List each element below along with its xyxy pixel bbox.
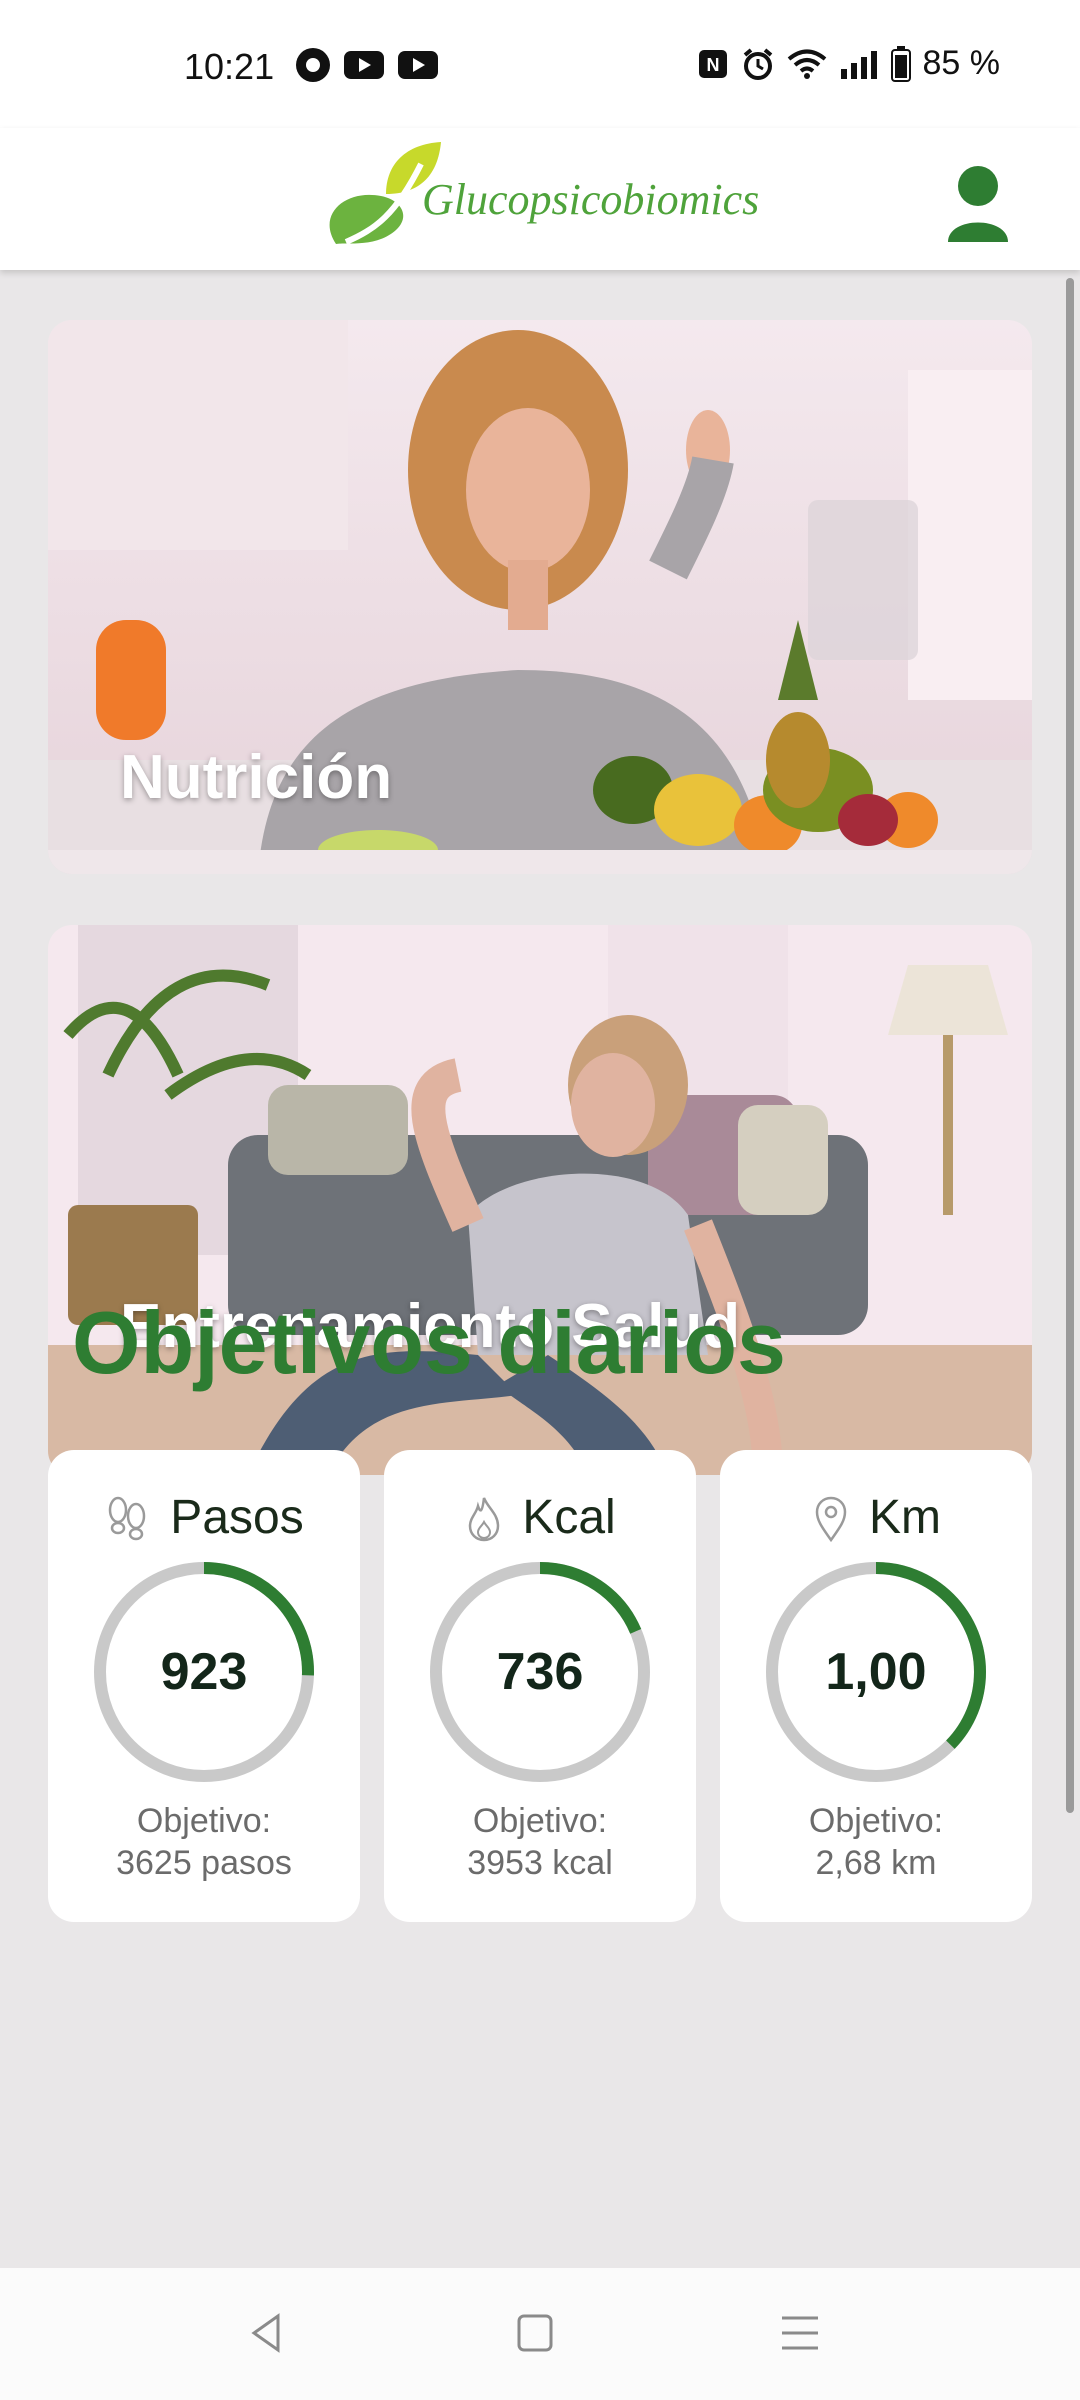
logo-text: Glucopsicobiomics [422,174,760,224]
youtube-icon [398,51,438,79]
km-goal-card[interactable]: Km 1,00 Objetivo: 2,68 km [720,1450,1032,1922]
main-content: Nutrición Entrenamiento Salud Objetivos [0,270,1080,2268]
app-header: Glucopsicobiomics [0,128,1080,270]
nav-menu-button[interactable] [770,2308,830,2358]
km-value: 1,00 [825,1643,927,1701]
nutrition-card[interactable]: Nutrición [48,320,1032,874]
profile-button[interactable] [928,150,1028,250]
steps-value: 923 [160,1643,248,1701]
nutrition-label: Nutrición [120,743,393,812]
system-nav-bar [0,2268,1080,2400]
status-time: 10:21 [184,46,275,87]
flame-icon [469,1493,500,1541]
kcal-goal-caption: Objetivo: [472,1802,608,1840]
home-icon [517,2314,553,2352]
battery-percent: 85 % [922,44,1001,82]
card-header: Pasos [48,1490,360,1545]
wifi-icon [787,49,826,79]
card-header: Km [720,1490,1032,1545]
nfc-icon: N [698,49,727,78]
back-icon [251,2313,280,2353]
nav-home-button[interactable] [505,2308,565,2358]
card-header: Kcal [384,1490,696,1545]
km-goal-caption: Objetivo: [808,1802,944,1840]
km-label: Km [869,1491,941,1544]
system-icons: N 85 % [697,44,1001,83]
daily-goals-title: Objetivos diarios [72,1293,786,1392]
km-goal-target: 2,68 km [815,1844,937,1882]
notification-icons [296,48,438,82]
steps-label: Pasos [170,1491,304,1544]
alarm-icon [743,47,772,80]
user-icon [948,166,1008,242]
steps-goal-target: 3625 pasos [116,1844,292,1882]
status-bar: 10:21 N 85 % [0,0,1080,128]
steps-goal-card[interactable]: Pasos 923 Objetivo: 3625 pasos [48,1450,360,1922]
youtube-icon [344,51,384,79]
signal-icon [840,50,877,79]
record-icon [296,48,330,82]
battery-icon [890,45,911,82]
scrollbar[interactable] [1066,278,1074,1813]
kcal-value: 736 [496,1643,584,1701]
footsteps-icon [109,1496,146,1540]
kcal-goal-card[interactable]: Kcal 736 Objetivo: 3953 kcal [384,1450,696,1922]
kcal-goal-target: 3953 kcal [467,1844,613,1882]
steps-goal-caption: Objetivo: [136,1802,272,1840]
brand-logo: Glucopsicobiomics [316,128,759,270]
location-pin-icon [815,1496,847,1542]
kcal-label: Kcal [522,1491,616,1544]
menu-icon [782,2316,818,2350]
svg-text:N: N [706,55,719,75]
nav-back-button[interactable] [238,2308,298,2358]
